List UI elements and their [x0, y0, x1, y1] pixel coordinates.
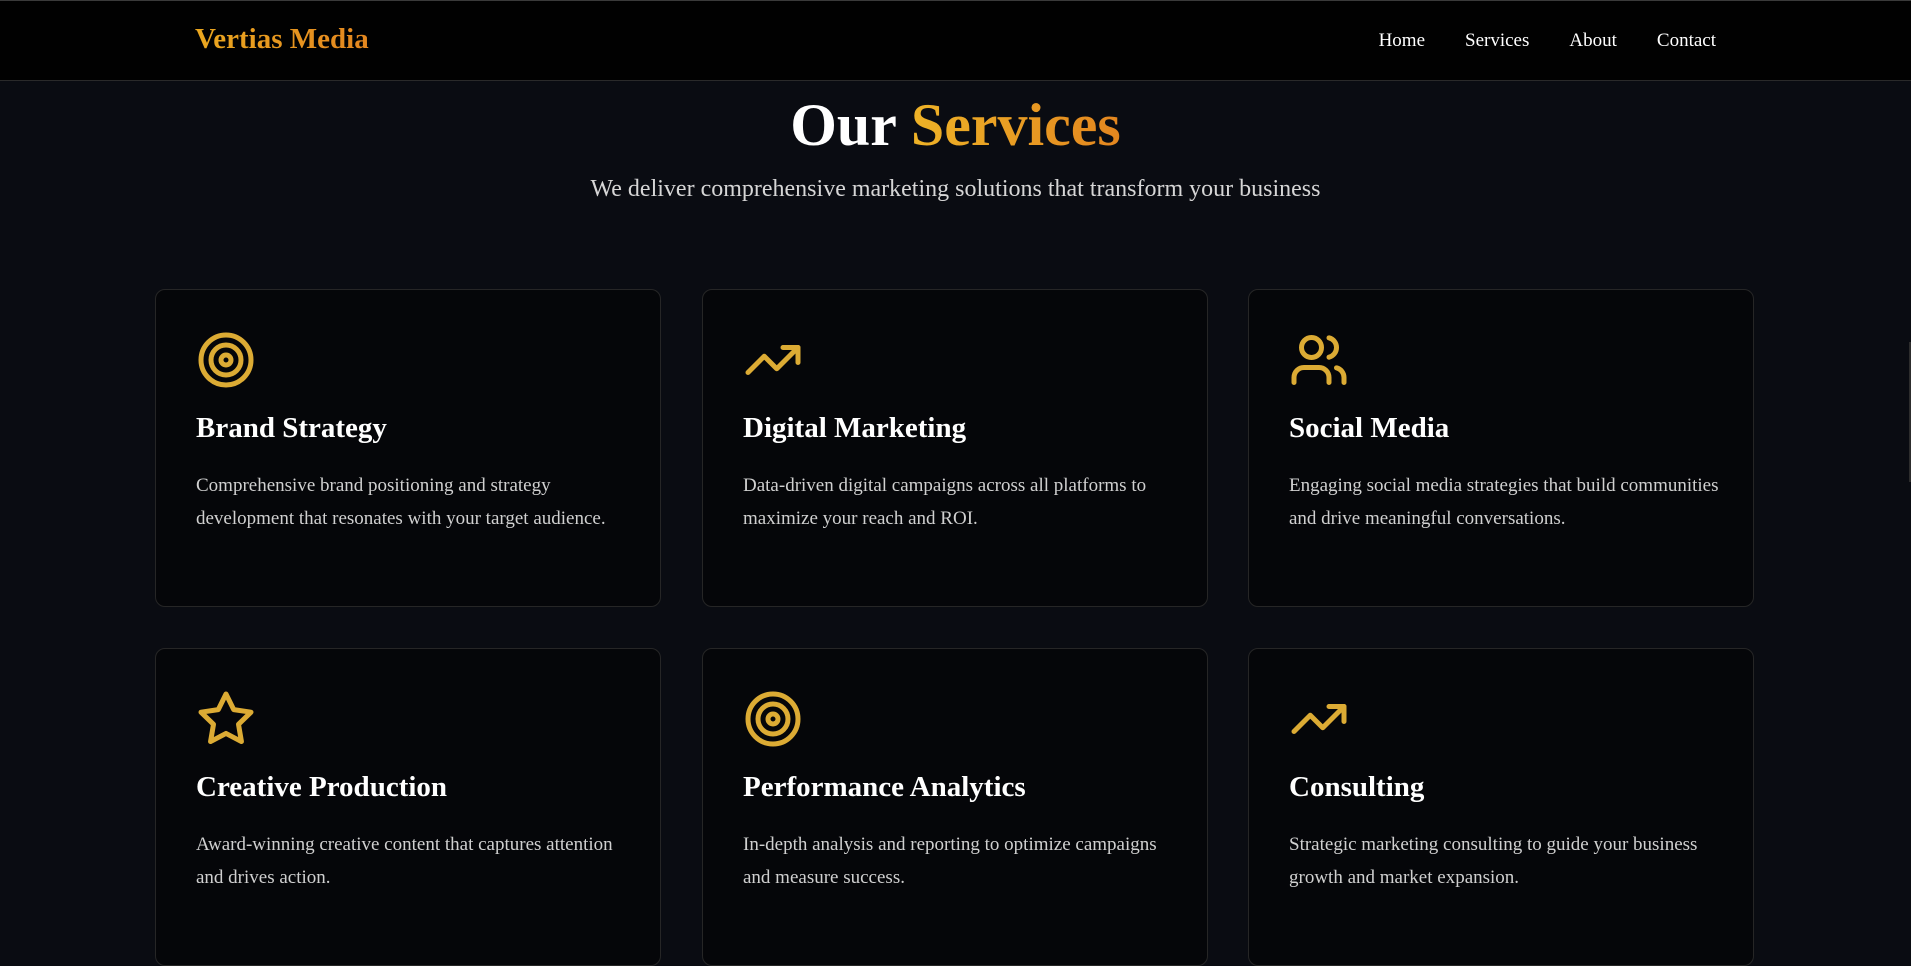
brand-logo-link[interactable]: Vertias Media [195, 23, 369, 56]
nav-home-link[interactable]: Home [1379, 30, 1425, 52]
target-icon [743, 689, 803, 749]
service-description: Engaging social media strategies that bu… [1289, 475, 1719, 529]
service-description: In-depth analysis and reporting to optim… [743, 834, 1157, 888]
service-title: Creative Production [196, 771, 448, 803]
nav-services-link[interactable]: Services [1465, 30, 1529, 52]
service-title: Digital Marketing [743, 412, 967, 444]
service-card-creative-production: Creative Production Award-winning creati… [155, 648, 661, 966]
page-title-main: Our [790, 92, 896, 158]
service-title: Brand Strategy [196, 412, 387, 444]
nav-about-link[interactable]: About [1569, 30, 1617, 52]
star-icon [196, 689, 256, 749]
service-card-performance-analytics: Performance Analytics In-depth analysis … [702, 648, 1208, 966]
service-title: Consulting [1289, 771, 1425, 803]
service-card-social-media: Social Media Engaging social media strat… [1248, 289, 1754, 607]
service-card-brand-strategy: Brand Strategy Comprehensive brand posit… [155, 289, 661, 607]
nav-contact-link[interactable]: Contact [1657, 30, 1716, 52]
service-description: Data-driven digital campaigns across all… [743, 475, 1147, 529]
users-icon [1289, 330, 1349, 390]
trending-up-icon [1289, 689, 1349, 749]
page-subtitle: We deliver comprehensive marketing solut… [590, 176, 1321, 202]
service-title: Social Media [1289, 412, 1450, 444]
page-title-accent: Services [910, 92, 1121, 158]
service-card-digital-marketing: Digital Marketing Data-driven digital ca… [702, 289, 1208, 607]
service-description: Comprehensive brand positioning and stra… [196, 475, 606, 529]
target-icon [196, 330, 256, 390]
trending-up-icon [743, 330, 803, 390]
service-description: Strategic marketing consulting to guide … [1289, 834, 1698, 888]
page-title: Our Services [0, 90, 1911, 160]
service-description: Award-winning creative content that capt… [196, 834, 613, 888]
service-title: Performance Analytics [743, 771, 1026, 803]
nav-links: Home Services About Contact [1379, 30, 1716, 52]
top-navbar: Vertias Media Home Services About Contac… [0, 0, 1911, 81]
service-card-consulting: Consulting Strategic marketing consultin… [1248, 648, 1754, 966]
